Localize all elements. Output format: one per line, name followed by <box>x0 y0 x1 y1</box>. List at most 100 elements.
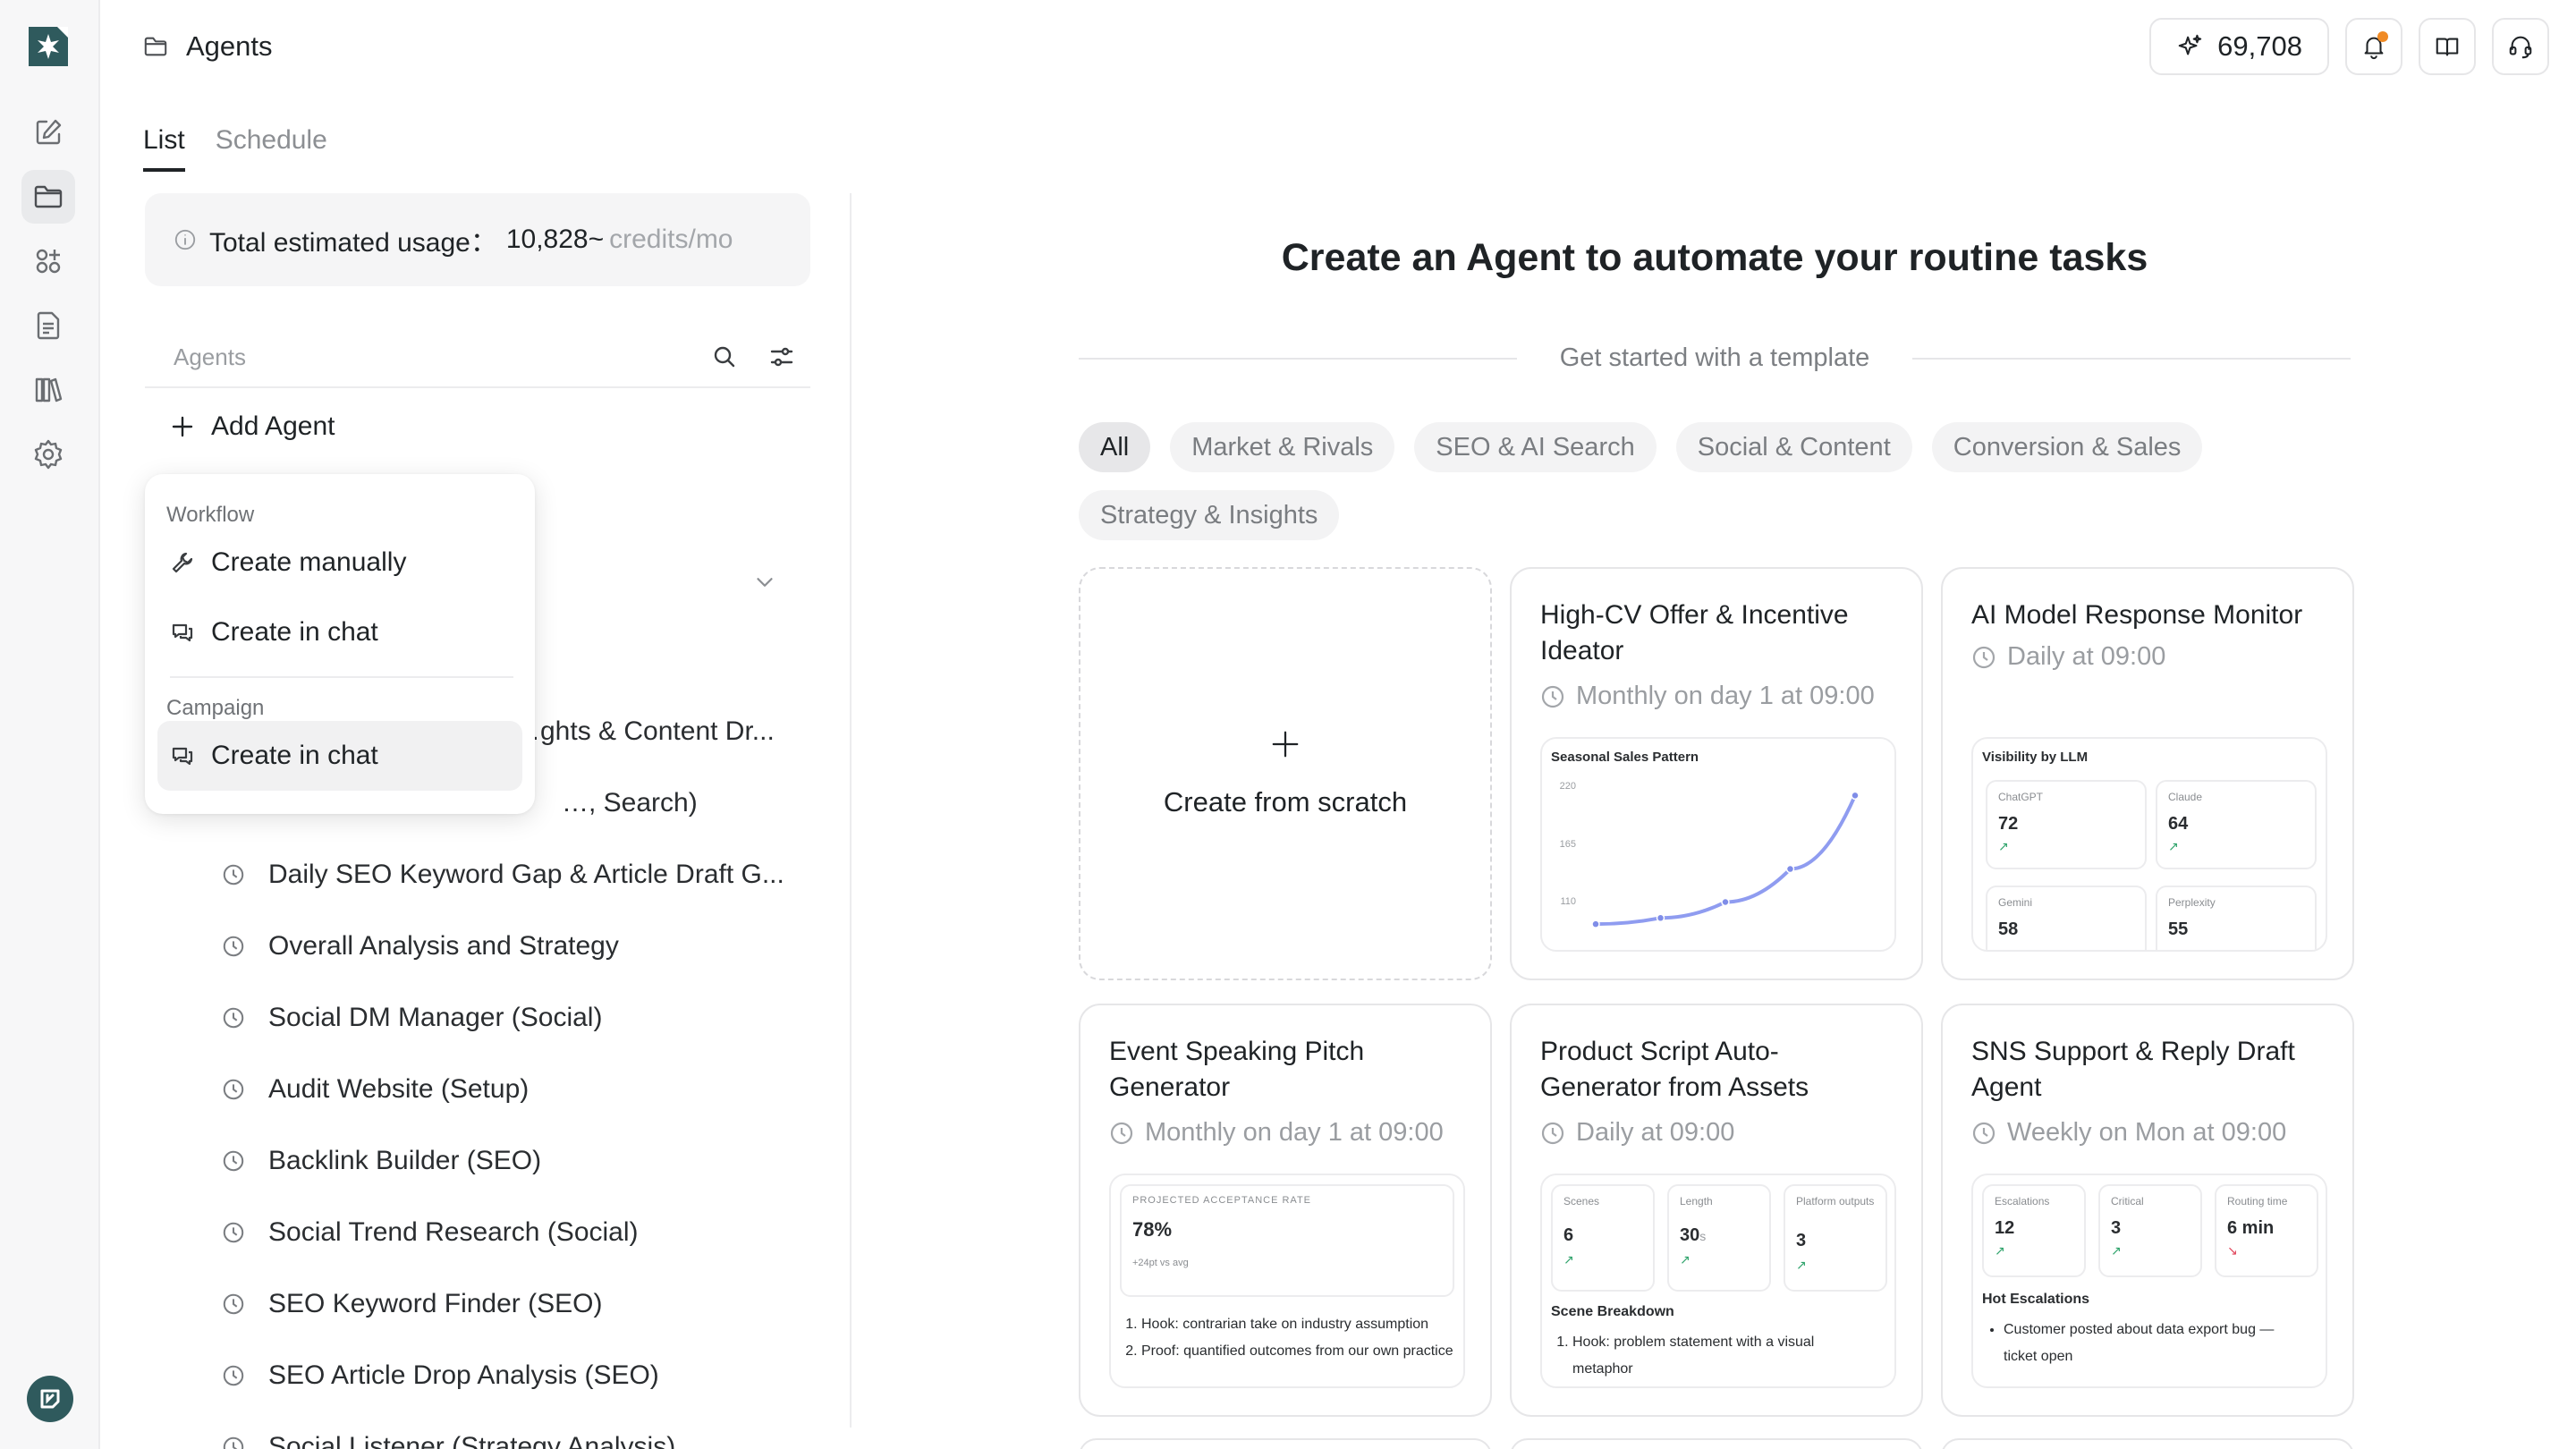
clock-icon <box>1541 685 1564 708</box>
section-heading: Scene Breakdown <box>1551 1304 1674 1319</box>
clock-icon <box>223 1436 244 1449</box>
template-card[interactable]: Event Speaking Pitch Generator Monthly o… <box>1079 1004 1492 1417</box>
data-point <box>1591 919 1600 928</box>
add-agent-menu: Workflow Create manually Create in chat … <box>145 474 535 814</box>
list-item[interactable]: …, Search) <box>562 778 698 828</box>
filter-market-rivals[interactable]: Market & Rivals <box>1170 422 1395 472</box>
page-title: Agents <box>186 30 273 62</box>
template-card[interactable] <box>1510 1438 1923 1449</box>
list-item[interactable]: Backlink Builder (SEO) <box>222 1136 541 1186</box>
tab-schedule[interactable]: Schedule <box>216 125 327 172</box>
metric-tile: ChatGPT 72 ↗ <box>1986 780 2147 869</box>
card-preview: Scenes 6 ↗ Length 30s ↗ Platform outputs… <box>1540 1174 1896 1388</box>
app-logo-icon[interactable] <box>27 25 70 68</box>
create-in-chat-campaign-item[interactable]: Create in chat <box>157 721 522 791</box>
clock-icon <box>1110 1122 1133 1144</box>
card-schedule: Daily at 09:00 <box>1540 1118 1734 1148</box>
list-item[interactable]: Audit Website (Setup) <box>222 1064 529 1114</box>
create-manually-item[interactable]: Create manually <box>157 528 522 597</box>
template-card[interactable]: High-CV Offer & Incentive Ideator Monthl… <box>1510 567 1923 980</box>
clock-icon <box>1972 1122 1996 1144</box>
usage-banner: Total estimated usage： 10,828~ credits/m… <box>145 193 810 286</box>
agents-label: Agents <box>174 343 246 370</box>
filter-social-content[interactable]: Social & Content <box>1675 422 1912 472</box>
main-heading: Create an Agent to automate your routine… <box>1281 236 2148 279</box>
list-item[interactable]: SEO Article Drop Analysis (SEO) <box>222 1351 659 1401</box>
support-button[interactable] <box>2492 18 2549 75</box>
card-schedule: Weekly on Mon at 09:00 <box>1971 1118 2286 1148</box>
create-from-scratch-card[interactable]: Create from scratch <box>1079 567 1492 980</box>
folder-icon[interactable] <box>21 170 75 224</box>
menu-section-workflow: Workflow <box>166 503 255 527</box>
escalation-list: Customer posted about data export bug — … <box>1984 1317 2306 1370</box>
credits-button[interactable]: 69,708 <box>2149 18 2329 75</box>
breadcrumb: Agents <box>143 27 273 66</box>
documents-icon[interactable] <box>21 299 75 352</box>
preview-title: Visibility by LLM <box>1982 750 2089 765</box>
menu-section-campaign: Campaign <box>166 696 265 720</box>
filter-strategy-insights[interactable]: Strategy & Insights <box>1079 490 1340 540</box>
template-card[interactable] <box>1941 1438 2354 1449</box>
clock-icon <box>223 1222 244 1243</box>
clock-icon <box>223 1079 244 1100</box>
search-icon[interactable] <box>707 339 742 375</box>
filter-conversion-sales[interactable]: Conversion & Sales <box>1931 422 2203 472</box>
folder-icon <box>144 37 167 56</box>
list-item[interactable]: Social Trend Research (Social) <box>222 1208 639 1258</box>
metric-tile: PROJECTED ACCEPTANCE RATE 78% +24pt vs a… <box>1120 1184 1454 1297</box>
sparkle-icon <box>2178 34 2202 55</box>
compose-icon[interactable] <box>21 106 75 159</box>
notification-dot <box>2377 31 2388 42</box>
metric-tile: Length 30s ↗ <box>1667 1184 1771 1292</box>
card-title: Product Script Auto-Generator from Asset… <box>1540 1037 1809 1102</box>
card-title: AI Model Response Monitor <box>1971 600 2303 630</box>
section-heading: Hot Escalations <box>1982 1292 2090 1307</box>
metric-tile: Escalations 12 ↗ <box>1982 1184 2086 1277</box>
clock-icon <box>223 1007 244 1029</box>
notifications-button[interactable] <box>2345 18 2402 75</box>
top-toolbar: 69,708 <box>2149 18 2549 75</box>
template-card[interactable]: AI Model Response Monitor Daily at 09:00… <box>1941 567 2354 980</box>
chevron-down-icon[interactable] <box>751 569 778 600</box>
card-schedule: Daily at 09:00 <box>1971 642 2165 672</box>
list-item[interactable]: Overall Analysis and Strategy <box>222 921 619 971</box>
list-item[interactable]: Social Listener (Strategy Analysis) <box>222 1422 675 1449</box>
filter-all[interactable]: All <box>1079 422 1151 472</box>
tab-list[interactable]: List <box>143 125 185 172</box>
card-preview: Seasonal Sales Pattern 220 165 110 <box>1540 737 1896 952</box>
card-title: SNS Support & Reply Draft Agent <box>1971 1037 2295 1102</box>
y-tick-label: 165 <box>1560 839 1576 850</box>
icon-rail <box>0 0 100 1449</box>
list-item[interactable]: …ghts & Content Dr... <box>513 707 775 757</box>
info-icon <box>174 229 196 250</box>
divider-line <box>1912 357 2351 360</box>
card-schedule: Monthly on day 1 at 09:00 <box>1109 1118 1444 1148</box>
filter-sliders-icon[interactable] <box>764 339 800 375</box>
library-icon[interactable] <box>21 363 75 417</box>
card-preview: PROJECTED ACCEPTANCE RATE 78% +24pt vs a… <box>1109 1174 1465 1388</box>
trend-up-icon: ↗ <box>1995 1243 2005 1258</box>
user-avatar[interactable] <box>27 1376 73 1422</box>
trend-up-icon: ↗ <box>1563 1252 1574 1267</box>
template-card[interactable]: Product Script Auto-Generator from Asset… <box>1510 1004 1923 1417</box>
list-item[interactable]: Daily SEO Keyword Gap & Article Draft G.… <box>222 850 784 900</box>
panel-divider <box>850 193 852 1428</box>
template-label: Get started with a template <box>1559 343 1870 372</box>
metric-tile: Claude 64 ↗ <box>2156 780 2317 869</box>
apps-icon[interactable] <box>21 234 75 288</box>
usage-label: Total estimated usage： <box>209 228 497 258</box>
add-agent-button[interactable]: Add Agent <box>170 411 335 442</box>
chat-icon <box>172 623 193 642</box>
list-item[interactable]: SEO Keyword Finder (SEO) <box>222 1279 602 1329</box>
create-in-chat-workflow-item[interactable]: Create in chat <box>157 597 522 667</box>
settings-icon[interactable] <box>21 428 75 481</box>
clock-icon <box>223 1293 244 1315</box>
docs-button[interactable] <box>2419 18 2476 75</box>
filter-seo-ai-search[interactable]: SEO & AI Search <box>1414 422 1657 472</box>
book-open-icon <box>2436 38 2459 56</box>
card-title: Event Speaking Pitch Generator <box>1109 1037 1365 1102</box>
template-card[interactable]: SNS Support & Reply Draft Agent Weekly o… <box>1941 1004 2354 1417</box>
list-item[interactable]: Social DM Manager (Social) <box>222 993 602 1043</box>
template-card[interactable] <box>1079 1438 1492 1449</box>
metric-tile: Platform outputs 3 ↗ <box>1784 1184 1887 1292</box>
